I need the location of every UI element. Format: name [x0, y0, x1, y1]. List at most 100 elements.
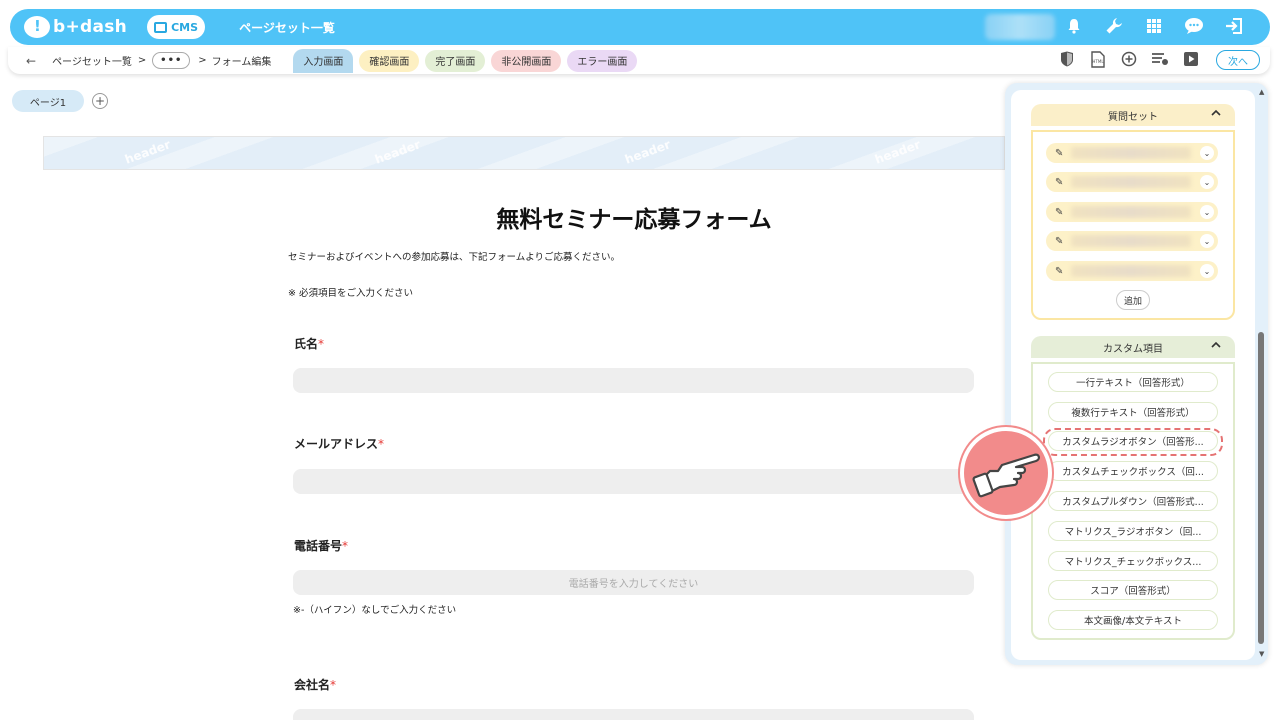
logo-text: b+dash [53, 17, 128, 37]
blurred-text [1071, 206, 1192, 218]
blurred-text [1071, 265, 1192, 277]
pencil-icon[interactable]: ✎ [1055, 177, 1063, 188]
breadcrumb-separator: > [137, 55, 147, 66]
question-set-item[interactable]: ✎ ⌄ [1046, 143, 1218, 163]
scroll-up-icon[interactable]: ▲ [1259, 88, 1264, 96]
top-icon-group [1064, 16, 1244, 36]
user-info-blurred [985, 14, 1055, 40]
field-label-phone: 電話番号* [294, 537, 348, 554]
required-mark: * [318, 337, 325, 351]
header-placeholder-banner[interactable]: header header header header [43, 136, 1005, 170]
question-set-item[interactable]: ✎ ⌄ [1046, 172, 1218, 192]
field-label-text: 氏名 [294, 337, 319, 351]
tab-input-screen[interactable]: 入力画面 [293, 48, 354, 73]
collapse-chevron-icon[interactable] [1211, 339, 1221, 352]
custom-item-score[interactable]: スコア（回答形式） [1048, 580, 1218, 600]
bell-icon[interactable] [1064, 16, 1084, 36]
header-watermark: header [623, 137, 673, 167]
custom-item-multi-line-text[interactable]: 複数行テキスト（回答形式） [1048, 402, 1218, 422]
question-set-header[interactable]: 質問セット [1031, 104, 1235, 126]
cms-icon [154, 21, 168, 33]
pencil-icon[interactable]: ✎ [1055, 236, 1063, 247]
custom-item-pulldown[interactable]: カスタムプルダウン（回答形式... [1048, 491, 1218, 511]
back-arrow-icon[interactable]: ← [26, 54, 36, 68]
field-label-text: 会社名 [294, 678, 331, 692]
breadcrumb-more-button[interactable]: ••• [152, 52, 191, 69]
custom-item-single-line-text[interactable]: 一行テキスト（回答形式） [1048, 372, 1218, 392]
shield-icon[interactable] [1058, 50, 1076, 68]
chevron-down-icon[interactable]: ⌄ [1200, 234, 1214, 248]
cms-label: CMS [171, 20, 199, 34]
phone-hint: ※-（ハイフン）なしでご入力ください [293, 605, 457, 616]
svg-text:HTML: HTML [1092, 59, 1104, 64]
question-set-item[interactable]: ✎ ⌄ [1046, 231, 1218, 251]
logo-bubble-icon [24, 16, 50, 38]
chat-icon[interactable] [1184, 16, 1204, 36]
tab-confirm-screen[interactable]: 確認画面 [359, 49, 420, 72]
field-label-company: 会社名* [294, 676, 336, 693]
page-title: ページセット一覧 [239, 20, 335, 35]
custom-items-title: カスタム項目 [1103, 343, 1163, 355]
field-label-email: メールアドレス* [294, 435, 384, 452]
page-tab-1[interactable]: ページ1 [12, 90, 84, 112]
cms-button[interactable]: CMS [147, 15, 206, 39]
tab-private-screen[interactable]: 非公開画面 [491, 49, 562, 72]
tab-complete-screen[interactable]: 完了画面 [425, 49, 486, 72]
question-set-item[interactable]: ✎ ⌄ [1046, 261, 1218, 281]
required-mark: * [330, 678, 337, 692]
custom-item-matrix-checkbox[interactable]: マトリクス_チェックボックス... [1048, 551, 1218, 571]
company-input[interactable] [293, 709, 974, 720]
add-circle-icon[interactable] [1120, 50, 1138, 68]
add-page-button[interactable]: + [92, 93, 108, 109]
pencil-icon[interactable]: ✎ [1055, 148, 1063, 159]
chevron-down-icon[interactable]: ⌄ [1200, 264, 1214, 278]
header-watermark: header [123, 137, 173, 167]
toolbar-icon-group: HTML [1058, 50, 1200, 68]
name-input[interactable] [293, 368, 974, 393]
chevron-down-icon[interactable]: ⌄ [1200, 205, 1214, 219]
question-set-item[interactable]: ✎ ⌄ [1046, 202, 1218, 222]
chevron-down-icon[interactable]: ⌄ [1200, 146, 1214, 160]
phone-input[interactable]: 電話番号を入力してください [293, 570, 974, 595]
email-input[interactable] [293, 469, 974, 494]
form-description: セミナーおよびイベントへの参加応募は、下記フォームよりご応募ください。 [288, 252, 621, 263]
blurred-text [1071, 235, 1192, 247]
sub-navbar: ← ページセット一覧 > ••• > フォーム編集 入力画面 確認画面 完了画面… [8, 47, 1270, 74]
panel-scrollbar[interactable] [1258, 332, 1264, 644]
custom-item-body-image-text[interactable]: 本文画像/本文テキスト [1048, 610, 1218, 630]
html-file-icon[interactable]: HTML [1089, 50, 1107, 68]
blurred-text [1071, 147, 1192, 159]
app-logo[interactable]: b+dash [24, 16, 127, 38]
breadcrumb-page-set-list[interactable]: ページセット一覧 [52, 53, 132, 68]
header-watermark: header [873, 137, 923, 167]
next-button[interactable]: 次へ [1216, 50, 1260, 70]
required-mark: * [378, 437, 385, 451]
pencil-icon[interactable]: ✎ [1055, 207, 1063, 218]
pointer-hand-icon [960, 427, 1052, 519]
chevron-down-icon[interactable]: ⌄ [1200, 175, 1214, 189]
custom-items-header[interactable]: カスタム項目 [1031, 336, 1235, 358]
list-settings-icon[interactable] [1151, 50, 1169, 68]
play-icon[interactable] [1182, 50, 1200, 68]
form-required-note: ※ 必須項目をご入力ください [288, 288, 413, 299]
field-label-text: メールアドレス [294, 437, 379, 451]
add-question-set-button[interactable]: 追加 [1116, 290, 1150, 310]
question-set-title: 質問セット [1108, 111, 1158, 123]
header-watermark: header [373, 137, 423, 167]
logout-icon[interactable] [1224, 16, 1244, 36]
breadcrumb-separator: > [198, 55, 207, 66]
wrench-icon[interactable] [1104, 16, 1124, 36]
blurred-text [1071, 176, 1192, 188]
field-label-name: 氏名* [294, 335, 324, 352]
top-navbar: b+dash CMS ページセット一覧 [10, 9, 1270, 45]
scroll-down-icon[interactable]: ▼ [1259, 650, 1264, 658]
custom-item-matrix-radio[interactable]: マトリクス_ラジオボタン（回... [1048, 521, 1218, 541]
custom-item-checkbox[interactable]: カスタムチェックボックス（回... [1048, 461, 1218, 481]
grid-icon[interactable] [1144, 16, 1164, 36]
pencil-icon[interactable]: ✎ [1055, 266, 1063, 277]
breadcrumb-form-edit: フォーム編集 [211, 57, 272, 68]
highlight-dashed-outline [1043, 428, 1223, 456]
collapse-chevron-icon[interactable] [1211, 107, 1221, 120]
tab-error-screen[interactable]: エラー画面 [567, 49, 638, 72]
field-label-text: 電話番号 [294, 539, 343, 553]
